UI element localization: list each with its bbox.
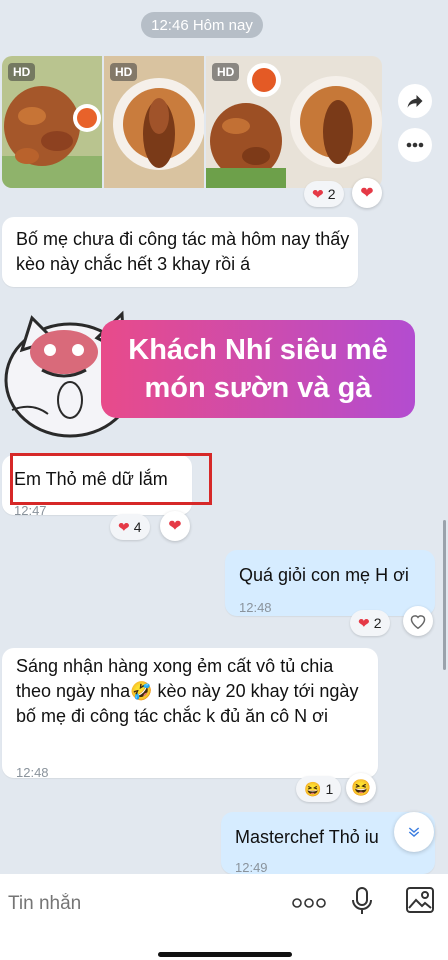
date-separator: 12:46 Hôm nay (141, 12, 263, 38)
message-time: 12:48 (239, 600, 272, 615)
sticker-caption: Khách Nhí siêu mê món sườn và gà (101, 320, 415, 418)
message-time: 12:49 (235, 860, 268, 874)
message-text: Masterchef Thỏ iu (235, 827, 379, 847)
reaction-count: 1 (325, 781, 334, 797)
hd-badge: HD (110, 63, 138, 81)
message-time: 12:48 (16, 765, 49, 780)
heart-icon: ❤ (360, 185, 374, 202)
gallery-button[interactable] (406, 887, 434, 918)
forward-button[interactable] (398, 84, 432, 118)
hd-badge: HD (212, 63, 240, 81)
photo-3[interactable]: HD (206, 56, 382, 188)
microphone-icon (352, 887, 372, 914)
heart-icon: ❤ (358, 614, 370, 631)
reaction-summary[interactable]: ❤ 2 (350, 610, 390, 636)
heart-outline-icon (410, 615, 426, 629)
share-arrow-icon (407, 95, 423, 108)
laughing-icon: 😆 (304, 780, 322, 797)
reaction-count: 2 (327, 186, 336, 202)
photo-album[interactable]: HD HD HD (2, 56, 382, 188)
highlight-box (10, 453, 212, 505)
photo-2[interactable]: HD (104, 56, 204, 188)
react-button[interactable]: 😆 (346, 773, 376, 803)
reaction-summary[interactable]: 😆 1 (296, 776, 342, 802)
more-dots-icon (406, 142, 424, 148)
home-indicator[interactable] (158, 952, 292, 957)
message-input[interactable] (6, 888, 270, 920)
hd-badge: HD (8, 63, 36, 81)
react-button[interactable]: ❤ (352, 178, 382, 208)
message-text: Quá giỏi con mẹ H ơi (239, 565, 409, 585)
heart-icon: ❤ (312, 185, 324, 202)
composer-bar (0, 874, 448, 960)
react-button[interactable] (403, 606, 433, 636)
message-text: Bố mẹ chưa đi công tác mà hôm nay thấy k… (16, 229, 350, 274)
voice-button[interactable] (351, 886, 373, 921)
laughing-icon: 😆 (351, 780, 371, 797)
reaction-summary[interactable]: ❤ 4 (110, 514, 150, 540)
reaction-count: 2 (373, 615, 382, 631)
more-dots-icon (292, 898, 326, 908)
photo-1[interactable]: HD (2, 56, 102, 188)
more-options-button[interactable] (398, 128, 432, 162)
reaction-summary[interactable]: ❤ 2 (304, 181, 344, 207)
scroll-to-bottom-button[interactable] (394, 812, 434, 852)
sticker-line-1: Khách Nhí siêu mê (128, 334, 388, 366)
react-button[interactable]: ❤ (160, 511, 190, 541)
double-chevron-down-icon (408, 827, 420, 837)
message-incoming[interactable]: Sáng nhận hàng xong ẻm cất vô tủ chia th… (2, 648, 378, 780)
message-outgoing[interactable]: Quá giỏi con mẹ H ơi 12:48 (225, 550, 435, 616)
message-incoming[interactable]: Bố mẹ chưa đi công tác mà hôm nay thấy k… (2, 217, 358, 287)
heart-icon: ❤ (118, 518, 130, 535)
image-icon (406, 887, 434, 913)
reaction-count: 4 (133, 519, 142, 535)
sticker-line-2: món sườn và gà (144, 372, 372, 404)
scrollbar[interactable] (443, 520, 446, 670)
message-text: Sáng nhận hàng xong ẻm cất vô tủ chia th… (16, 656, 359, 726)
more-actions-button[interactable] (292, 896, 326, 914)
heart-icon: ❤ (168, 518, 182, 535)
